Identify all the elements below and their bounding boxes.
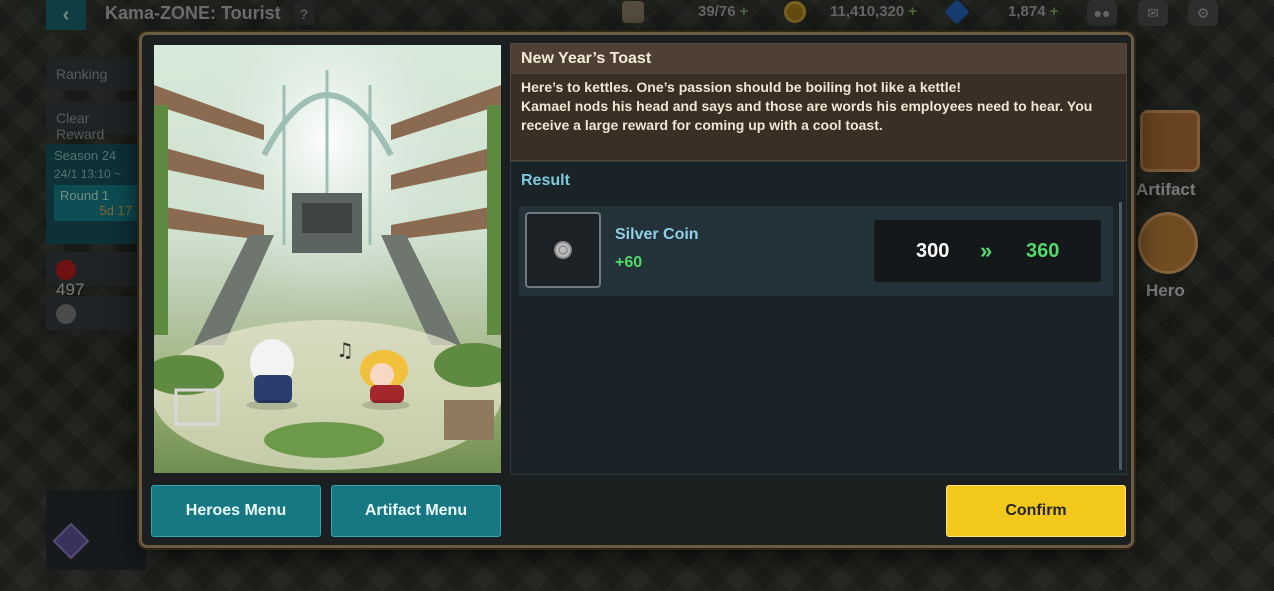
new-value: 360 bbox=[1026, 240, 1060, 262]
item-gain: +60 bbox=[615, 254, 643, 271]
confirm-button[interactable]: Confirm bbox=[946, 485, 1126, 537]
heroes-menu-button[interactable]: Heroes Menu bbox=[151, 485, 321, 537]
silver-coin-icon bbox=[554, 241, 572, 259]
event-title: New Year’s Toast bbox=[511, 44, 1126, 74]
svg-text:♫: ♫ bbox=[336, 338, 354, 362]
result-scrollbar[interactable] bbox=[1119, 202, 1122, 470]
result-panel[interactable]: Result Silver Coin +60 300 » 360 bbox=[510, 161, 1127, 475]
event-dialog: ♫ Heroes Menu Artifact Menu New Year’s T… bbox=[139, 32, 1134, 548]
double-chevron-right-icon: » bbox=[980, 238, 993, 263]
event-text: Here’s to kettles. One’s passion should … bbox=[511, 74, 1126, 139]
old-value: 300 bbox=[916, 240, 950, 262]
item-slot[interactable] bbox=[525, 212, 601, 288]
event-text-line1: Here’s to kettles. One’s passion should … bbox=[521, 79, 962, 95]
event-illustration: ♫ bbox=[154, 45, 501, 473]
event-description: New Year’s Toast Here’s to kettles. One’… bbox=[510, 43, 1127, 161]
artifact-menu-button[interactable]: Artifact Menu bbox=[331, 485, 501, 537]
value-change: 300 » 360 bbox=[874, 220, 1101, 282]
result-row: Silver Coin +60 300 » 360 bbox=[519, 206, 1113, 296]
mall-scene-image: ♫ bbox=[154, 45, 501, 473]
item-name: Silver Coin bbox=[615, 226, 699, 243]
event-text-line2: Kamael nods his head and says and those … bbox=[521, 98, 1093, 133]
result-title: Result bbox=[521, 172, 570, 189]
